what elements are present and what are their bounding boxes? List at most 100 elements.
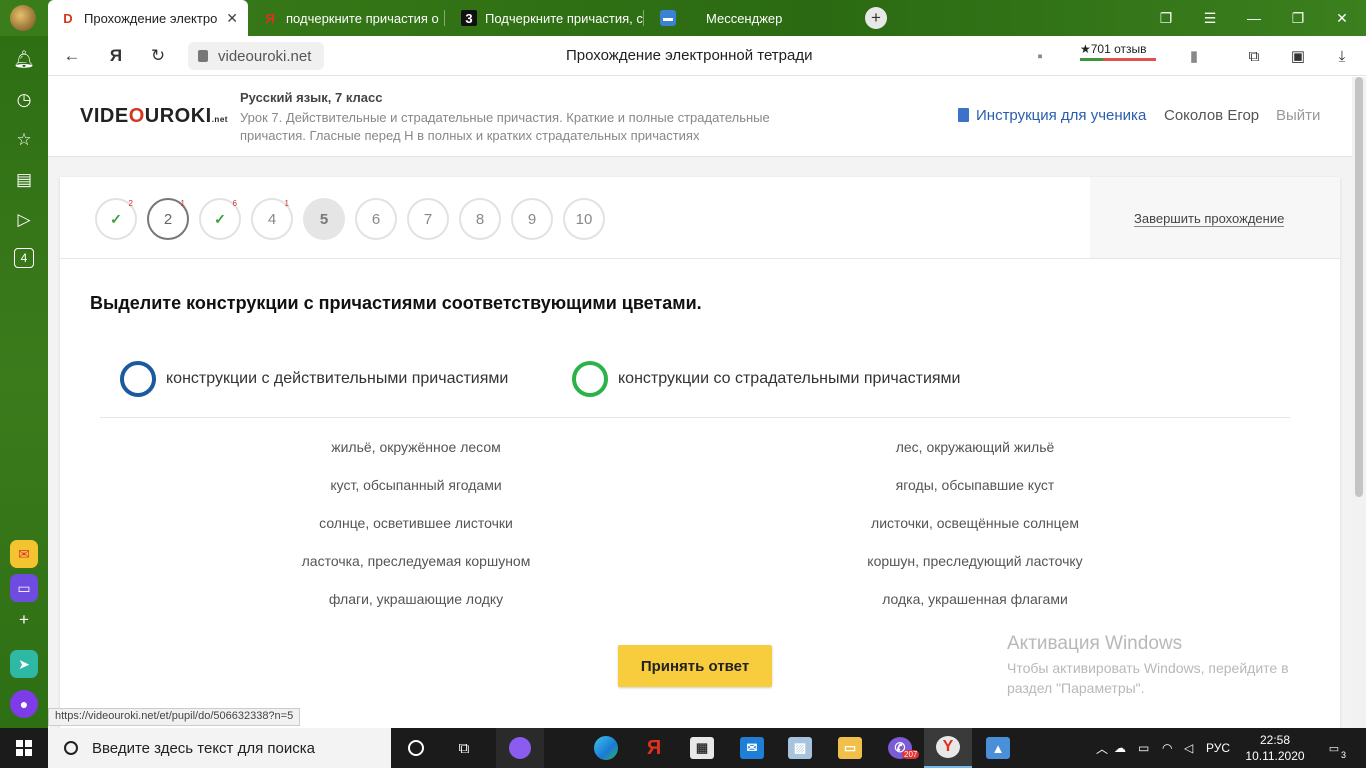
tab-2[interactable]: 3 Подчеркните причастия, с	[449, 0, 644, 36]
site-logo[interactable]: VIDEOUROKI.net	[80, 105, 228, 128]
collections-icon[interactable]: ⧉	[1244, 46, 1264, 66]
page-scrollbar[interactable]	[1352, 77, 1366, 728]
site-favicon-icon: 3	[461, 10, 477, 26]
step-2[interactable]: 21	[147, 198, 189, 240]
step-6[interactable]: 6	[355, 198, 397, 240]
search-icon	[64, 741, 78, 755]
notification-center-icon[interactable]: ▭ 3	[1322, 736, 1346, 761]
phrase-item[interactable]: листочки, освещённые солнцем	[795, 515, 1155, 531]
yandex-icon[interactable]: Я	[630, 728, 678, 768]
file-explorer-icon[interactable]: ▭	[826, 728, 874, 768]
cortana-icon[interactable]	[392, 728, 440, 768]
submit-answer-button[interactable]: Принять ответ	[618, 645, 772, 687]
step-5[interactable]: 5	[303, 198, 345, 240]
divider	[100, 417, 1290, 418]
legend-active-participles[interactable]: конструкции с действительными причастиям…	[120, 361, 508, 397]
language-indicator[interactable]: РУС	[1206, 741, 1242, 755]
browser-profile-avatar[interactable]	[10, 5, 36, 31]
new-tab-button[interactable]: +	[865, 7, 887, 29]
step-4[interactable]: 41	[251, 198, 293, 240]
alice-taskbar-icon[interactable]	[496, 728, 544, 768]
viber-icon[interactable]: ✆ 207	[876, 728, 924, 768]
collections-icon[interactable]: ▤	[12, 168, 36, 192]
notifications-icon[interactable]: 🔔︎	[12, 48, 36, 72]
check-icon: ✓	[110, 210, 122, 227]
check-icon: ✓	[214, 210, 226, 227]
phrase-item[interactable]: куст, обсыпанный ягодами	[236, 477, 596, 493]
wifi-icon[interactable]: ◠	[1162, 741, 1184, 755]
extension-icon[interactable]: ▣	[1288, 46, 1308, 66]
telegram-app-icon[interactable]: ➤	[10, 650, 38, 678]
student-instruction-link[interactable]: Инструкция для ученика	[958, 107, 1146, 124]
user-name-link[interactable]: Соколов Егор	[1164, 107, 1259, 124]
bookmarks-collection-icon[interactable]: ❐	[1144, 0, 1188, 36]
reload-icon[interactable]: ↻	[146, 44, 170, 68]
step-3[interactable]: ✓ 6	[199, 198, 241, 240]
phrase-item[interactable]: ласточка, преследуемая коршуном	[236, 553, 596, 569]
store-icon[interactable]: ▦	[678, 728, 726, 768]
menu-icon[interactable]: ☰	[1188, 0, 1232, 36]
messenger-app-icon[interactable]: ▭	[10, 574, 38, 602]
reviews-button[interactable]: ★701 отзыв	[1080, 42, 1156, 61]
finish-attempt-link[interactable]: Завершить прохождение	[1134, 211, 1285, 227]
tab-1[interactable]: Я подчеркните причастия о	[250, 0, 445, 36]
lock-icon	[198, 50, 208, 62]
address-bar: ← Я ↻ videouroki.net Прохождение электро…	[48, 36, 1366, 76]
phrase-item[interactable]: коршун, преследующий ласточку	[795, 553, 1155, 569]
step-1[interactable]: ✓ 2	[95, 198, 137, 240]
step-10[interactable]: 10	[563, 198, 605, 240]
add-app-icon[interactable]: +	[12, 608, 36, 632]
image-viewer-icon[interactable]: ▲	[974, 728, 1022, 768]
bookmark-icon[interactable]: ▮	[1184, 46, 1204, 66]
onedrive-icon[interactable]: ☁	[1114, 741, 1138, 755]
start-button[interactable]	[0, 728, 48, 768]
reviews-label: ★701 отзыв	[1080, 42, 1147, 56]
scrollbar-thumb[interactable]	[1355, 77, 1363, 497]
alice-assistant-icon[interactable]: ●	[10, 690, 38, 718]
step-8[interactable]: 8	[459, 198, 501, 240]
yandex-browser-icon[interactable]: Y	[924, 728, 972, 768]
maximize-icon[interactable]: ❐	[1276, 0, 1320, 36]
mail-icon[interactable]: ✉	[728, 728, 776, 768]
phrase-item[interactable]: ягоды, обсыпавшие куст	[795, 477, 1155, 493]
windows-activation-watermark: Активация Windows Чтобы активировать Win…	[1007, 633, 1289, 696]
task-view-icon[interactable]: ⧉	[440, 728, 488, 768]
close-window-icon[interactable]: ✕	[1320, 0, 1364, 36]
task-steps-bar: ✓ 2 21 ✓ 6 41 5 6 7 8 9 10	[60, 177, 1090, 259]
tab-0[interactable]: D Прохождение электро ✕	[48, 0, 248, 36]
phrase-item[interactable]: лес, окружающий жильё	[795, 439, 1155, 455]
logout-link[interactable]: Выйти	[1276, 107, 1320, 124]
step-9[interactable]: 9	[511, 198, 553, 240]
legend-passive-participles[interactable]: конструкции со страдательными причастиям…	[572, 361, 960, 397]
rating-bar	[1080, 58, 1156, 61]
step-7[interactable]: 7	[407, 198, 449, 240]
back-icon[interactable]: ←	[60, 44, 84, 68]
yandex-home-icon[interactable]: Я	[104, 44, 128, 68]
phrase-item[interactable]: жильё, окружённое лесом	[236, 439, 596, 455]
clock[interactable]: 22:58 10.11.2020	[1240, 732, 1310, 764]
tab-counter-icon[interactable]: 4	[14, 248, 34, 268]
edge-icon[interactable]	[582, 728, 630, 768]
windows-taskbar: Введите здесь текст для поиска ⧉ Я ▦ ✉ ▨…	[0, 728, 1366, 768]
minimize-icon[interactable]: —	[1232, 0, 1276, 36]
close-tab-icon[interactable]: ✕	[226, 10, 238, 27]
history-icon[interactable]: ◷	[12, 88, 36, 112]
favorites-star-icon[interactable]: ☆	[12, 128, 36, 152]
video-play-icon[interactable]: ▷	[12, 208, 36, 232]
comment-icon[interactable]: ▪	[1030, 46, 1050, 66]
phrase-item[interactable]: солнце, осветившее листочки	[236, 515, 596, 531]
volume-icon[interactable]: ◁	[1184, 741, 1206, 755]
tray-chevron-icon[interactable]: ︿	[1096, 740, 1114, 757]
phrase-item[interactable]: флаги, украшающие лодку	[236, 591, 596, 607]
tab-label: Подчеркните причастия, с	[485, 10, 643, 26]
tab-3[interactable]: ▬ Мессенджер	[648, 0, 848, 36]
url-field[interactable]: videouroki.net	[188, 42, 324, 70]
photos-icon[interactable]: ▨	[776, 728, 824, 768]
system-tray: ︿ ☁ ▭ ◠ ◁ РУС	[1096, 728, 1242, 768]
mail-app-icon[interactable]: ✉	[10, 540, 38, 568]
browser-sidebar: 🔔︎ ◷ ☆ ▤ ▷ 4 ✉ ▭ + ➤ ●	[0, 36, 48, 728]
phrase-item[interactable]: лодка, украшенная флагами	[795, 591, 1155, 607]
battery-icon[interactable]: ▭	[1138, 741, 1162, 755]
taskbar-search[interactable]: Введите здесь текст для поиска	[48, 728, 391, 768]
download-icon[interactable]: ⤓	[1332, 46, 1352, 66]
